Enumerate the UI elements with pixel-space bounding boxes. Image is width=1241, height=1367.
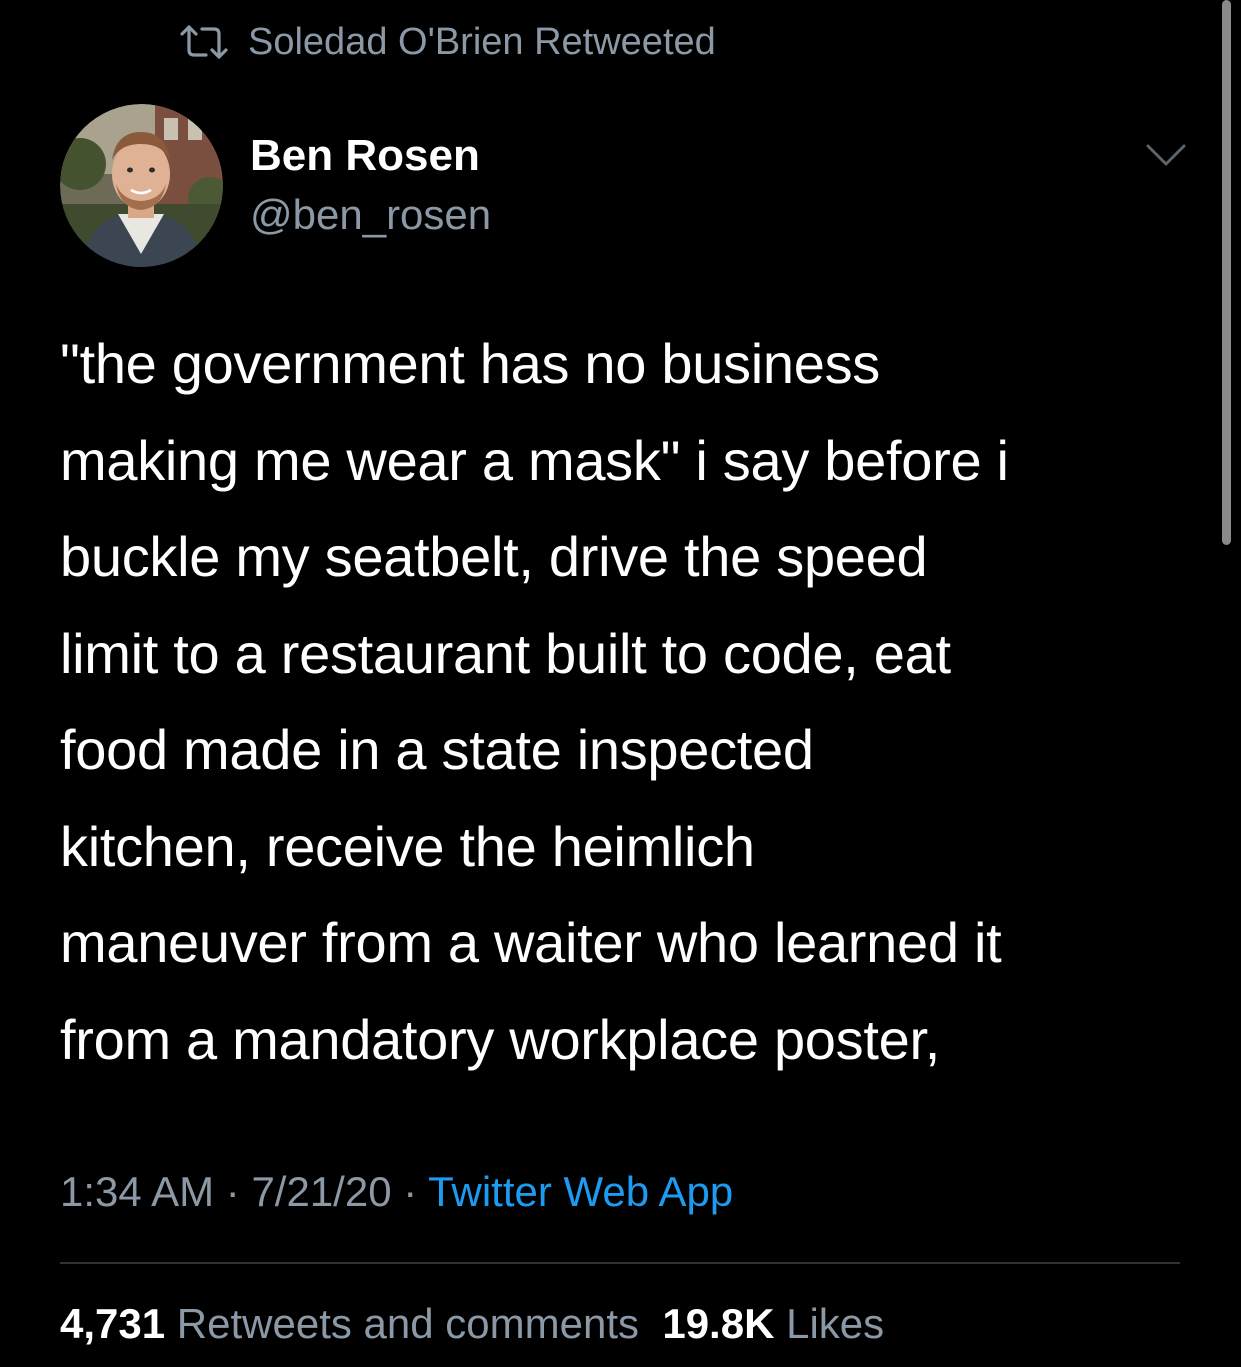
likes-stat[interactable]: 19.8K Likes — [662, 1300, 884, 1347]
meta-separator: · — [214, 1168, 252, 1215]
tweet-source-link[interactable]: Twitter Web App — [428, 1168, 733, 1215]
tweet-date[interactable]: 7/21/20 — [251, 1168, 391, 1215]
tweet-stats: 4,731 Retweets and comments 19.8K Likes — [60, 1294, 884, 1354]
retweets-label: Retweets and comments — [176, 1300, 639, 1347]
author-block[interactable]: Ben Rosen @ben_rosen — [250, 128, 491, 243]
tweet-time[interactable]: 1:34 AM — [60, 1168, 214, 1215]
meta-separator: · — [391, 1168, 429, 1215]
retweet-icon — [178, 22, 230, 62]
scrollbar[interactable] — [1222, 0, 1231, 545]
author-handle[interactable]: @ben_rosen — [250, 187, 491, 243]
retweet-label: Soledad O'Brien Retweeted — [248, 20, 716, 63]
likes-label: Likes — [786, 1300, 885, 1347]
retweets-count: 4,731 — [60, 1300, 166, 1347]
divider — [60, 1262, 1180, 1264]
retweets-stat[interactable]: 4,731 Retweets and comments — [60, 1300, 639, 1347]
author-display-name[interactable]: Ben Rosen — [250, 128, 491, 184]
tweet-text: "the government has no business making m… — [60, 332, 1009, 1071]
chevron-down-icon[interactable] — [1144, 140, 1188, 170]
avatar[interactable] — [60, 104, 223, 267]
retweet-context[interactable]: Soledad O'Brien Retweeted — [178, 18, 716, 66]
tweet-meta: 1:34 AM · 7/21/20 · Twitter Web App — [60, 1162, 733, 1222]
likes-count: 19.8K — [662, 1300, 775, 1347]
